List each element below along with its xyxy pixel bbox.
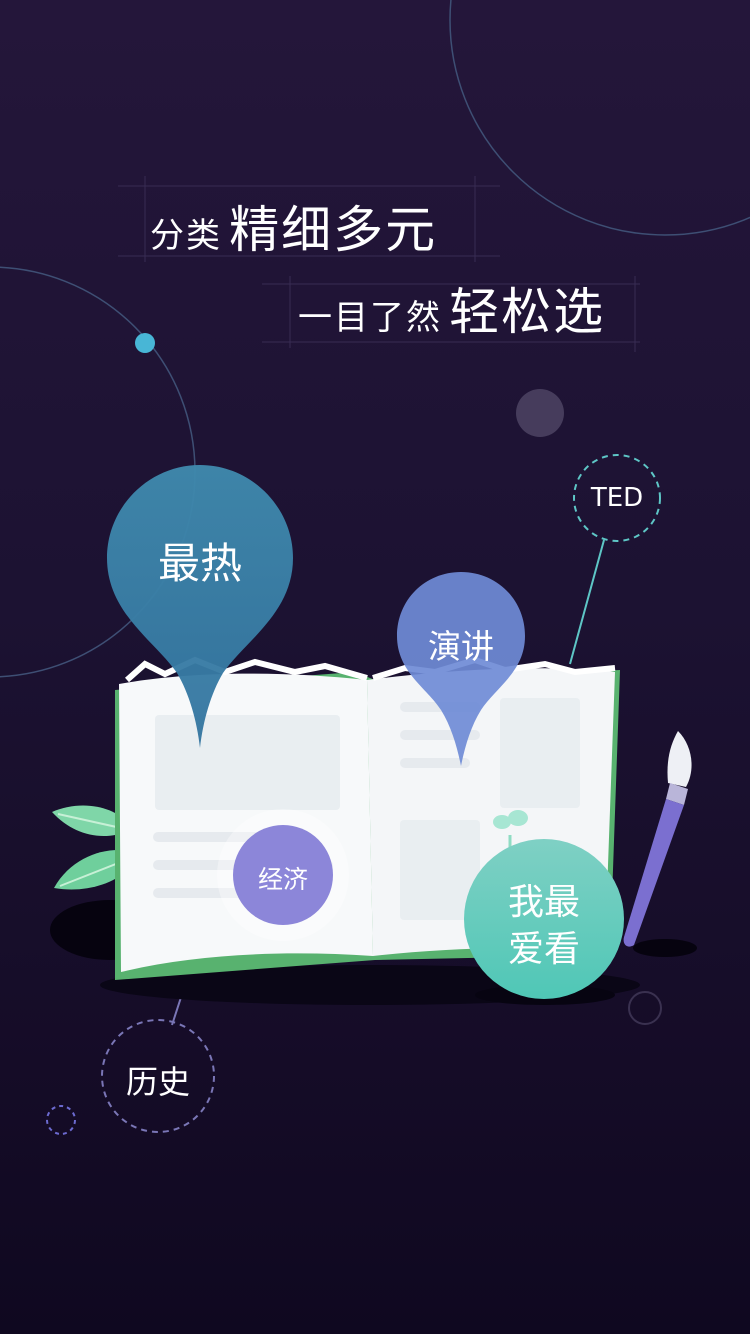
paint-brush-illustration [623, 731, 692, 947]
favorite-tag-label-line-1: 我最 [507, 882, 580, 923]
speech-tag-pin[interactable] [395, 570, 527, 770]
speech-tag-label: 演讲 [428, 627, 494, 666]
ted-tag-label: TED [590, 483, 644, 513]
economy-tag-label: 经济 [257, 865, 308, 894]
favorite-tag-label-line-2: 爱看 [507, 929, 580, 970]
history-tag-label: 历史 [125, 1063, 190, 1101]
hot-tag-label: 最热 [157, 539, 242, 588]
hot-tag-pin[interactable] [105, 463, 295, 753]
